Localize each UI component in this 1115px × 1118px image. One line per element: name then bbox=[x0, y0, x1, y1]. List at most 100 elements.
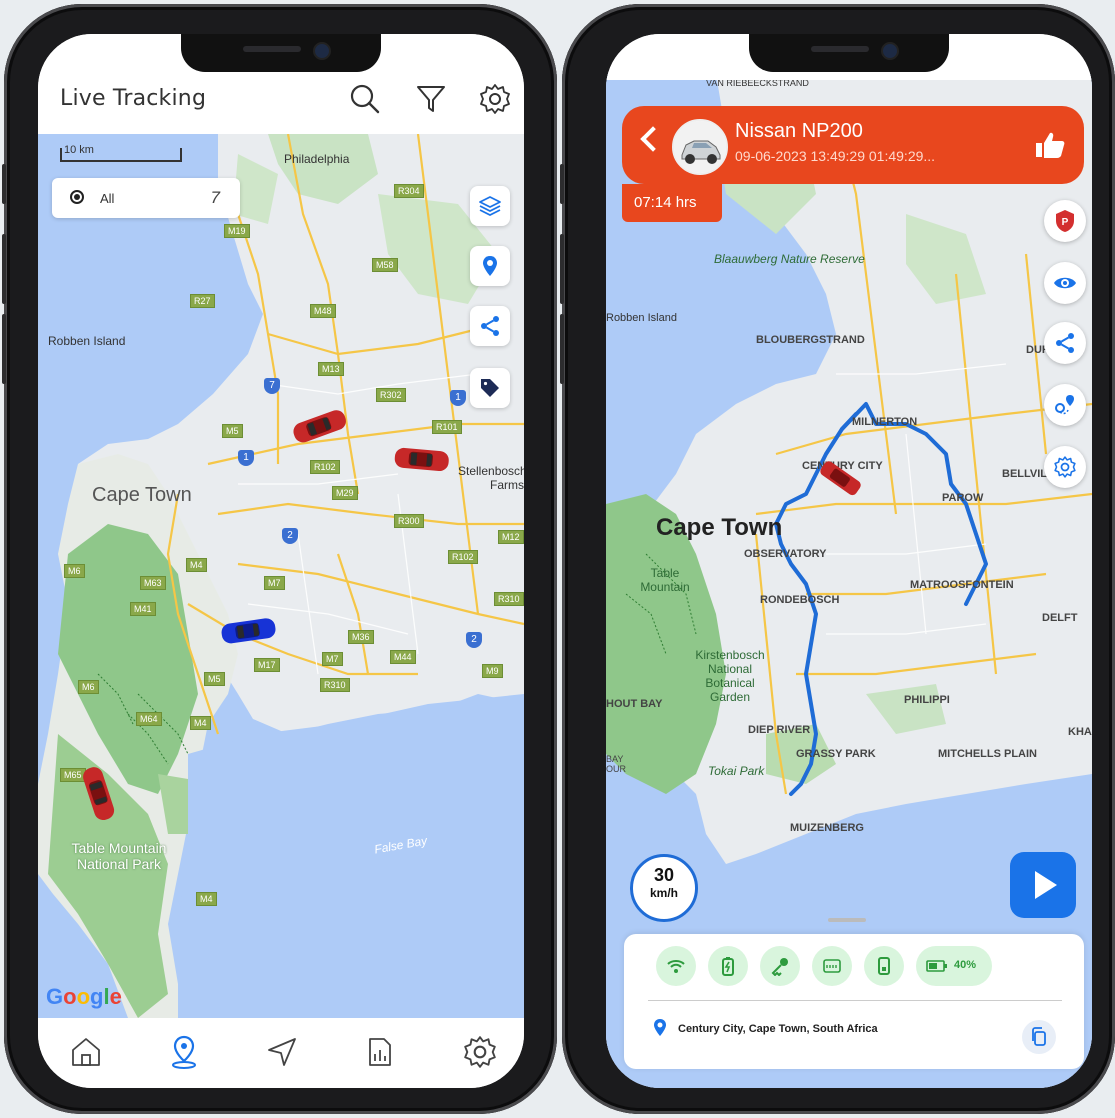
road-shield: R300 bbox=[394, 514, 424, 528]
device-icon bbox=[878, 957, 890, 975]
nav-home[interactable] bbox=[68, 1034, 104, 1070]
back-icon[interactable] bbox=[640, 126, 666, 152]
layers-icon bbox=[479, 196, 501, 217]
location-pin-icon bbox=[654, 1019, 666, 1036]
map-label-tokai-park: Tokai Park bbox=[708, 764, 765, 778]
road-shield: M63 bbox=[140, 576, 166, 590]
nav-navigation[interactable] bbox=[264, 1034, 300, 1070]
settings-button[interactable] bbox=[1044, 446, 1086, 488]
location-pin-icon bbox=[483, 256, 497, 276]
settings-icon[interactable] bbox=[478, 82, 512, 116]
device-status bbox=[864, 946, 904, 986]
phone-volume-up bbox=[2, 234, 6, 304]
settings-icon bbox=[1054, 456, 1076, 478]
page-title: Live Tracking bbox=[60, 86, 207, 111]
road-shield: R102 bbox=[310, 460, 340, 474]
parking-button[interactable]: P bbox=[1044, 200, 1086, 242]
route-shield: 2 bbox=[466, 632, 482, 648]
settings-icon bbox=[464, 1036, 496, 1068]
road-shield: R302 bbox=[376, 388, 406, 402]
phone-volume-down bbox=[560, 314, 564, 384]
map-label-cape-town: Cape Town bbox=[92, 484, 192, 506]
share-button[interactable] bbox=[1044, 322, 1086, 364]
map-label-rondebosch: RONDEBOSCH bbox=[760, 594, 840, 606]
eye-icon bbox=[1054, 277, 1076, 289]
battery-status: 40% bbox=[916, 946, 992, 986]
speed-indicator: 30 km/h bbox=[630, 854, 698, 922]
layers-button[interactable] bbox=[470, 186, 510, 226]
nav-reports[interactable] bbox=[362, 1034, 398, 1070]
left-screen: Live Tracking 10 km Philadelphia Robben … bbox=[38, 34, 524, 1088]
battery-icon bbox=[926, 960, 947, 972]
live-map[interactable]: 10 km Philadelphia Robben Island Cape To… bbox=[38, 134, 524, 1018]
phone-mute-switch bbox=[560, 164, 564, 204]
copy-address-button[interactable] bbox=[1022, 1020, 1056, 1054]
navigation-icon bbox=[268, 1038, 296, 1066]
road-shield: M5 bbox=[222, 424, 243, 438]
vehicle-datetime: 09-06-2023 13:49:29 01:49:29... bbox=[735, 148, 936, 164]
road-shield: M44 bbox=[390, 650, 416, 664]
map-label-grassy-park: GRASSY PARK bbox=[796, 748, 876, 760]
wifi-status bbox=[656, 946, 696, 986]
svg-text:P: P bbox=[1062, 217, 1069, 228]
map-label-table-mountain: Table Mountain bbox=[640, 566, 690, 594]
vehicle-status-panel: 40% Century City, Cape Town, South Afric… bbox=[624, 934, 1084, 1069]
road-shield: M29 bbox=[332, 486, 358, 500]
phone-notch bbox=[181, 34, 381, 72]
wifi-icon bbox=[667, 960, 685, 973]
tag-button[interactable] bbox=[470, 368, 510, 408]
vehicle-filter[interactable]: All 7 bbox=[52, 178, 240, 218]
map-label-observatory: OBSERVATORY bbox=[744, 548, 827, 560]
left-phone-frame: Live Tracking 10 km Philadelphia Robben … bbox=[2, 4, 557, 1114]
tag-icon bbox=[481, 379, 499, 397]
map-label-robben-island: Robben Island bbox=[606, 312, 677, 324]
phone-notch bbox=[749, 34, 949, 72]
map-label-kirstenbosch: Kirstenbosch National Botanical Garden bbox=[695, 648, 765, 704]
location-button[interactable] bbox=[470, 246, 510, 286]
bottom-nav bbox=[38, 1018, 524, 1088]
vehicle-info-card: Nissan NP200 09-06-2023 13:49:29 01:49:2… bbox=[622, 106, 1084, 184]
route-points-button[interactable] bbox=[1044, 384, 1086, 426]
search-icon[interactable] bbox=[348, 82, 382, 116]
map-label-kha: KHA bbox=[1068, 726, 1092, 738]
map-scale-bar: 10 km bbox=[60, 144, 182, 162]
gps-module-icon bbox=[823, 959, 841, 973]
sheet-drag-handle[interactable] bbox=[828, 918, 866, 922]
map-label-bloubergstrand: BLOUBERGSTRAND bbox=[756, 334, 865, 346]
map-label-milnerton: MILNERTON bbox=[852, 416, 918, 428]
nav-settings[interactable] bbox=[462, 1034, 498, 1070]
nav-map[interactable] bbox=[166, 1034, 202, 1070]
view-button[interactable] bbox=[1044, 262, 1086, 304]
map-label-diep-river: DIEP RIVER bbox=[748, 724, 811, 736]
power-status bbox=[708, 946, 748, 986]
ignition-status bbox=[760, 946, 800, 986]
share-button[interactable] bbox=[470, 306, 510, 346]
road-shield: R310 bbox=[320, 678, 350, 692]
report-icon bbox=[369, 1038, 391, 1066]
road-shield: M7 bbox=[322, 652, 343, 666]
map-label-cape-town: Cape Town bbox=[656, 514, 783, 541]
map-label-table-mountain: Table Mountain National Park bbox=[71, 840, 167, 872]
road-shield: M41 bbox=[130, 602, 156, 616]
gps-status bbox=[812, 946, 852, 986]
filter-icon[interactable] bbox=[414, 82, 448, 116]
road-shield: M48 bbox=[310, 304, 336, 318]
thumbs-up-icon[interactable] bbox=[1034, 130, 1066, 165]
filter-label: All bbox=[100, 191, 115, 206]
map-label-mitchells-plain: MITCHELLS PLAIN bbox=[938, 748, 1037, 760]
map-pin-icon bbox=[172, 1035, 196, 1069]
map-label-robben-island: Robben Island bbox=[48, 334, 126, 348]
phone-mute-switch bbox=[2, 164, 6, 204]
route-shield: 2 bbox=[282, 528, 298, 544]
map-label-matroosfontein: MATROOSFONTEIN bbox=[910, 579, 1014, 591]
road-shield: M19 bbox=[224, 224, 250, 238]
vehicle-avatar bbox=[672, 119, 728, 175]
map-label-philippi: PHILIPPI bbox=[904, 694, 950, 706]
radio-all[interactable] bbox=[70, 190, 84, 204]
road-shield: R27 bbox=[190, 294, 215, 308]
vehicle-address: Century City, Cape Town, South Africa bbox=[678, 1023, 878, 1035]
scale-label: 10 km bbox=[64, 144, 94, 156]
copy-icon bbox=[1032, 1027, 1046, 1046]
trip-duration-badge: 07:14 hrs bbox=[622, 184, 722, 222]
play-button[interactable] bbox=[1010, 852, 1076, 918]
